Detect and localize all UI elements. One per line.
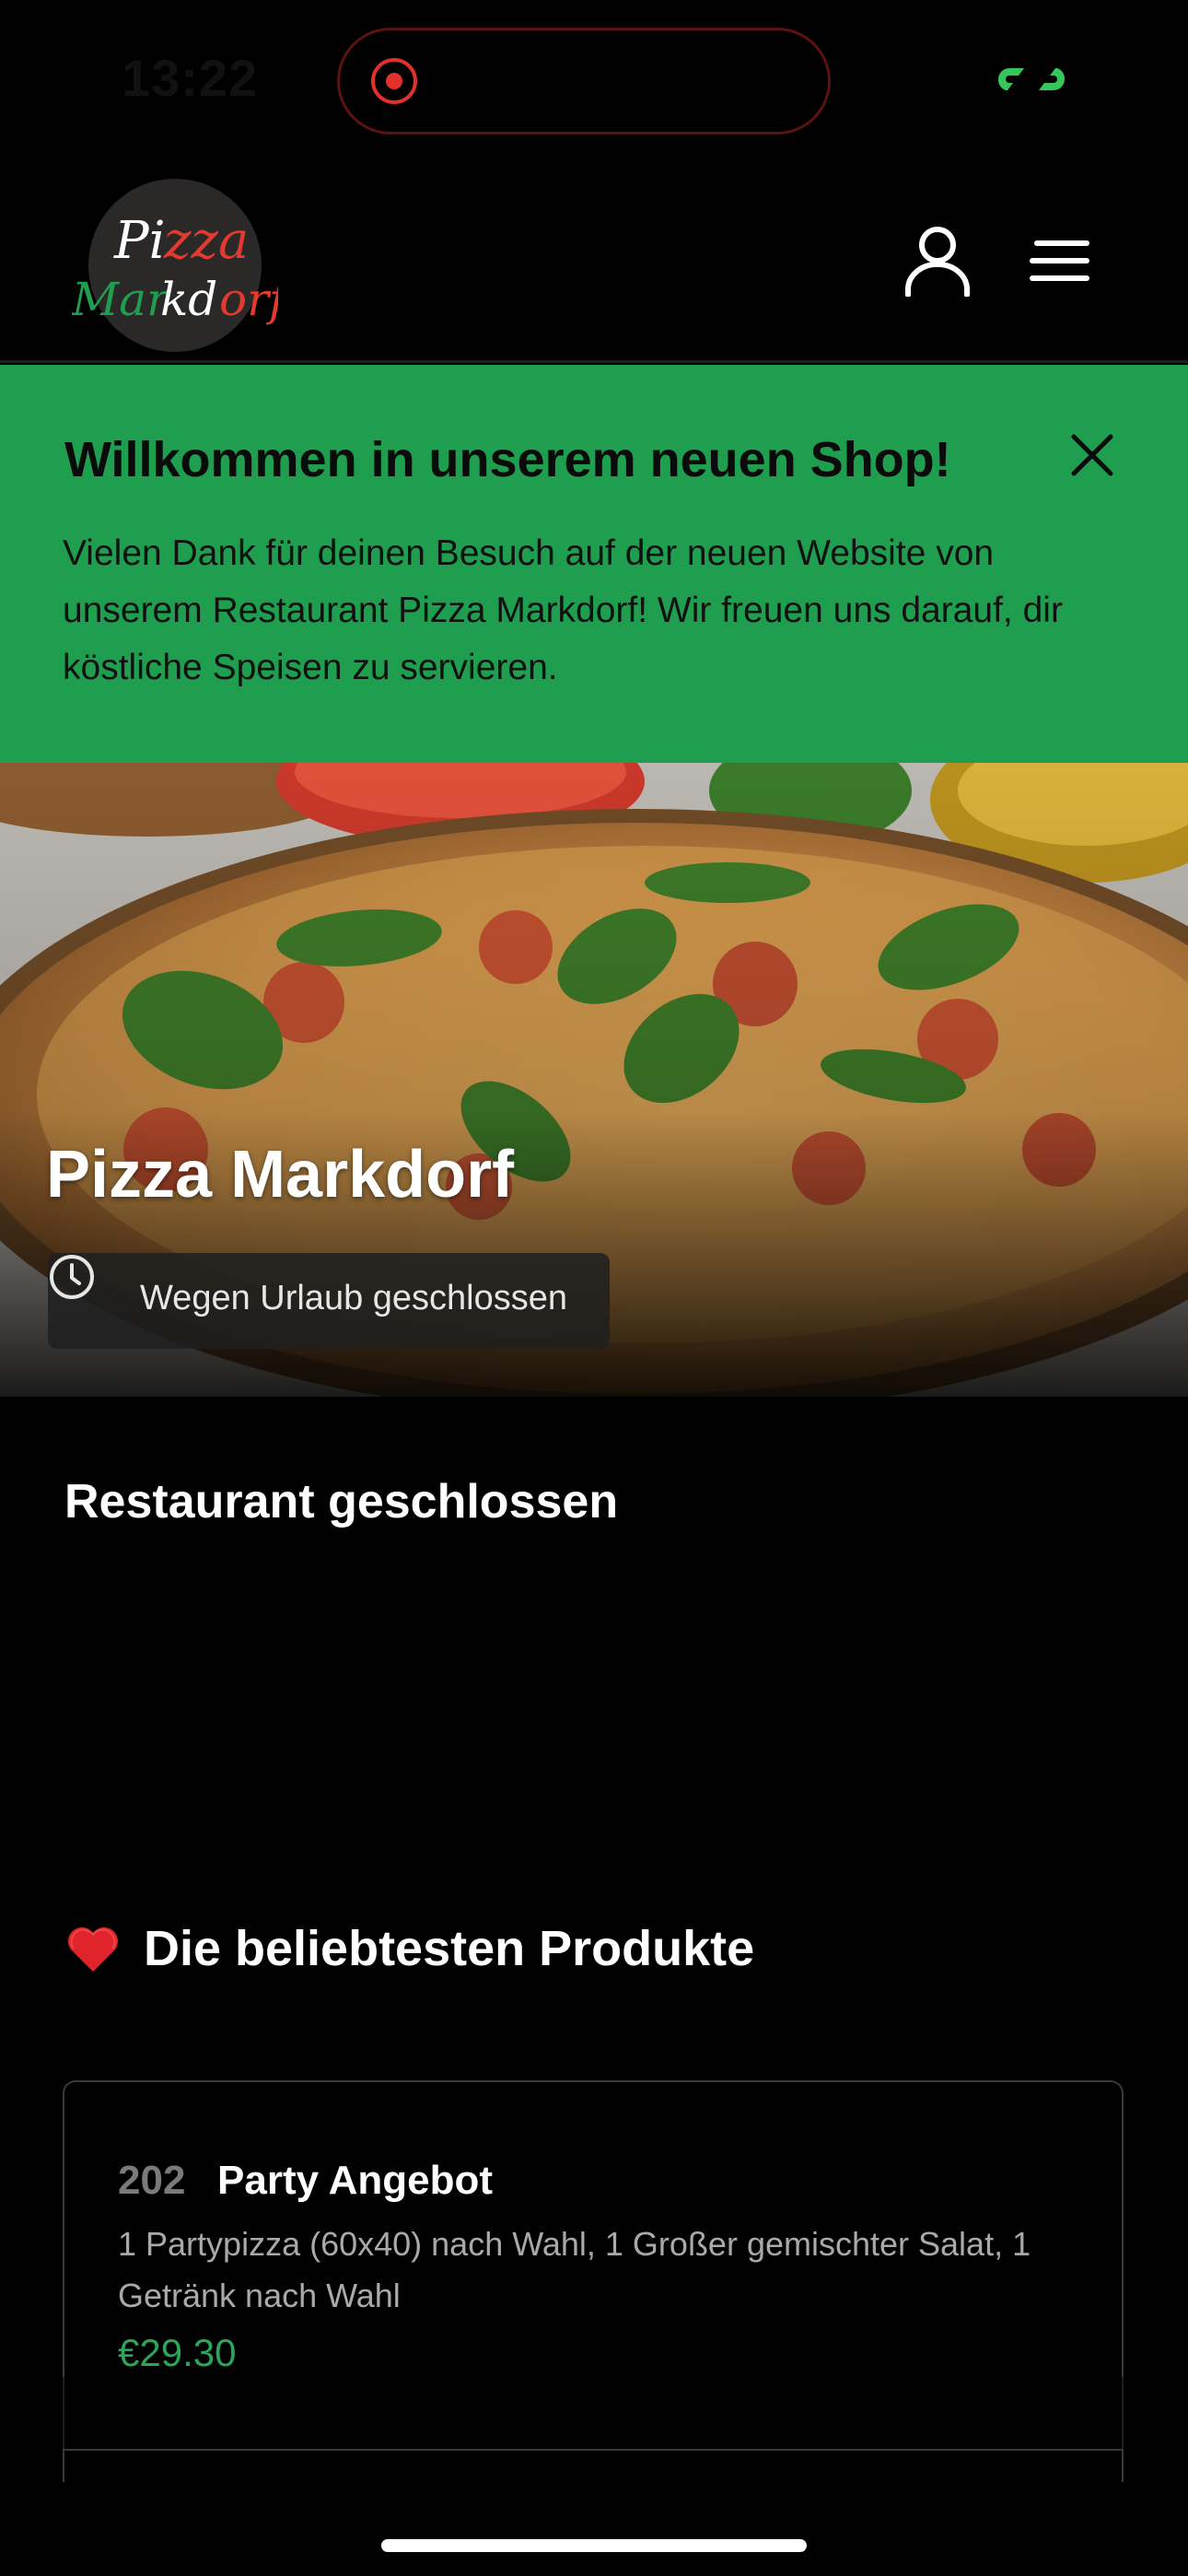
- link-icon: [997, 68, 1066, 90]
- banner-title: Willkommen in unserem neuen Shop!: [64, 432, 951, 487]
- logo[interactable]: Pi zza Mar kd orf: [72, 177, 278, 352]
- hero-section: Pizza Markdorf Wegen Urlaub geschlossen: [0, 763, 1188, 1397]
- svg-text:orf: orf: [219, 273, 278, 326]
- popular-products-title: Die beliebtesten Produkte: [144, 1921, 755, 1976]
- product-description: 1 Partypizza (60x40) nach Wahl, 1 Großer…: [118, 2225, 1031, 2314]
- home-indicator[interactable]: [381, 2539, 807, 2552]
- status-time: 13:22: [122, 49, 259, 107]
- site-header: Pi zza Mar kd orf: [0, 164, 1188, 363]
- restaurant-status-title: Restaurant geschlossen: [64, 1475, 619, 1528]
- welcome-banner: Willkommen in unserem neuen Shop! Vielen…: [0, 365, 1188, 763]
- hero-title: Pizza Markdorf: [46, 1138, 515, 1212]
- product-number: 202: [118, 2158, 186, 2203]
- svg-text:Pi: Pi: [113, 211, 166, 271]
- product-card[interactable]: 202 Party Angebot 1 Partypizza (60x40) n…: [63, 2080, 1124, 2377]
- next-product-card[interactable]: [63, 2449, 1124, 2482]
- product-card-continuation: [63, 2377, 1124, 2449]
- opening-status-text: Wegen Urlaub geschlossen: [140, 1279, 568, 1317]
- svg-text:kd: kd: [160, 273, 217, 326]
- dynamic-island: [337, 28, 831, 135]
- product-price: €29.30: [118, 2331, 237, 2374]
- product-name: Party Angebot: [217, 2158, 494, 2203]
- opening-status-badge: Wegen Urlaub geschlossen: [48, 1253, 610, 1349]
- svg-text:Mar: Mar: [72, 273, 171, 326]
- popular-products-heading: Die beliebtesten Produkte: [66, 1920, 754, 1977]
- clock-icon: [50, 1255, 94, 1299]
- menu-icon[interactable]: [1030, 238, 1090, 284]
- status-bar: 13:22: [0, 0, 1188, 164]
- banner-text: Vielen Dank für deinen Besuch auf der ne…: [63, 533, 1063, 687]
- record-icon: [371, 58, 417, 104]
- close-icon[interactable]: [1068, 431, 1116, 479]
- heart-icon: [68, 1927, 118, 1972]
- svg-text:zza: zza: [163, 211, 249, 271]
- user-icon[interactable]: [904, 225, 971, 297]
